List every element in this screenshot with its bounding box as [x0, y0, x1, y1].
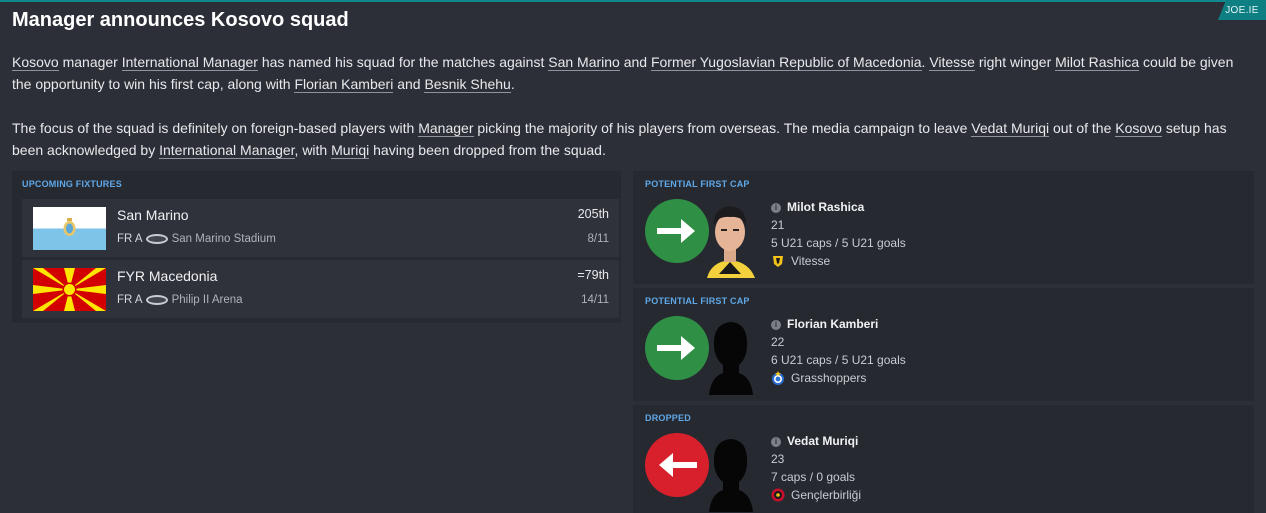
fixture-row[interactable]: San Marino FR A San Marino Stadium 205th …	[22, 199, 619, 257]
fixture-date: 14/11	[581, 294, 609, 306]
player-card-section-label: DROPPED	[645, 413, 691, 423]
fixture-stadium[interactable]: Philip II Arena	[172, 294, 243, 306]
fixture-opponent[interactable]: San Marino	[117, 207, 189, 223]
link-country[interactable]: Kosovo	[12, 54, 59, 71]
fixture-competition: FR	[117, 233, 133, 245]
player-info: i Vedat Muriqi 23 7 caps / 0 goals Gençle…	[771, 432, 861, 504]
grasshoppers-badge-icon	[771, 371, 785, 385]
player-name[interactable]: Vedat Muriqi	[787, 434, 858, 448]
link-manager[interactable]: International Manager	[121, 54, 258, 71]
link-player-kamberi[interactable]: Florian Kamberi	[294, 76, 394, 93]
player-caps: 6 U21 caps / 5 U21 goals	[771, 353, 906, 367]
player-caps: 7 caps / 0 goals	[771, 470, 856, 484]
fixture-venue-flag: A	[134, 233, 143, 245]
fixture-details: FR A Philip II Arena	[117, 294, 243, 306]
link-player-rashica[interactable]: Milot Rashica	[1055, 54, 1140, 71]
link-opponent-macedonia[interactable]: Former Yugoslavian Republic of Macedonia	[650, 54, 922, 71]
link-player-shehu[interactable]: Besnik Shehu	[424, 76, 511, 93]
fixture-competition: FR	[117, 294, 133, 306]
link-player-muriqi[interactable]: Vedat Muriqi	[971, 120, 1050, 137]
link-country[interactable]: Kosovo	[1115, 120, 1162, 137]
player-card: POTENTIAL FIRST CAP i Florian Kamberi 22 …	[633, 288, 1254, 401]
stadium-icon	[145, 233, 168, 244]
fixture-stadium[interactable]: San Marino Stadium	[172, 233, 276, 245]
top-accent-line	[0, 0, 1266, 2]
stadium-icon	[145, 294, 168, 305]
info-icon[interactable]: i	[771, 437, 781, 447]
story-text: manager	[58, 54, 122, 70]
story-text: right winger	[974, 54, 1056, 70]
fixtures-section-label: UPCOMING FIXTURES	[22, 179, 122, 189]
macedonia-flag-icon	[33, 268, 106, 311]
news-story: Kosovo manager International Manager has…	[12, 51, 1252, 183]
info-icon[interactable]: i	[771, 203, 781, 213]
player-age: 21	[771, 218, 785, 232]
player-club[interactable]: Gençlerbirliği	[791, 488, 861, 502]
player-club[interactable]: Vitesse	[791, 254, 830, 268]
story-paragraph-1: Kosovo manager International Manager has…	[12, 51, 1252, 95]
link-manager-short[interactable]: Manager	[418, 120, 474, 137]
fixture-opponent-rank: 205th	[577, 207, 609, 221]
story-text: having been dropped from the squad.	[369, 142, 606, 158]
player-silhouette-icon[interactable]	[699, 313, 761, 395]
page-title: Manager announces Kosovo squad	[12, 9, 349, 31]
link-opponent-san-marino[interactable]: San Marino	[548, 54, 620, 71]
player-card: POTENTIAL FIRST CAP i Milot Rashica 21 5 …	[633, 171, 1254, 284]
player-caps: 5 U21 caps / 5 U21 goals	[771, 236, 906, 250]
player-silhouette-icon[interactable]	[699, 430, 761, 512]
player-name[interactable]: Milot Rashica	[787, 200, 864, 214]
player-card: DROPPED i Vedat Muriqi 23 7 caps / 0 goal…	[633, 405, 1254, 513]
link-player-muriqi-surname[interactable]: Muriqi	[331, 142, 370, 159]
fixture-opponent[interactable]: FYR Macedonia	[117, 268, 217, 284]
player-age: 23	[771, 452, 785, 466]
story-text: out of the	[1049, 120, 1116, 136]
story-text: The focus of the squad is definitely on …	[12, 120, 419, 136]
fixture-row[interactable]: FYR Macedonia FR A Philip II Arena =79th …	[22, 260, 619, 318]
fixture-venue-flag: A	[134, 294, 143, 306]
story-text: .	[510, 76, 515, 92]
info-icon[interactable]: i	[771, 320, 781, 330]
genclerbirligi-badge-icon	[771, 488, 785, 502]
player-club[interactable]: Grasshoppers	[791, 371, 866, 385]
player-card-section-label: POTENTIAL FIRST CAP	[645, 179, 750, 189]
fixture-opponent-rank: =79th	[577, 268, 609, 282]
story-paragraph-2: The focus of the squad is definitely on …	[12, 117, 1252, 161]
player-card-section-label: POTENTIAL FIRST CAP	[645, 296, 750, 306]
link-manager[interactable]: International Manager	[159, 142, 295, 159]
story-text: and	[393, 76, 425, 92]
player-name[interactable]: Florian Kamberi	[787, 317, 878, 331]
story-text: and	[619, 54, 651, 70]
player-age: 22	[771, 335, 785, 349]
upcoming-fixtures-panel: UPCOMING FIXTURES San Marino FR A San Mar…	[12, 171, 621, 323]
vitesse-badge-icon	[771, 254, 785, 268]
story-text: , with	[294, 142, 332, 158]
san-marino-flag-icon	[33, 207, 106, 250]
fixture-details: FR A San Marino Stadium	[117, 233, 276, 245]
player-photo[interactable]	[699, 196, 761, 278]
player-info: i Milot Rashica 21 5 U21 caps / 5 U21 goa…	[771, 198, 906, 270]
story-text: has named his squad for the matches agai…	[257, 54, 549, 70]
brand-tag: JOE.IE	[1218, 0, 1266, 20]
story-text: picking the majority of his players from…	[473, 120, 972, 136]
player-info: i Florian Kamberi 22 6 U21 caps / 5 U21 g…	[771, 315, 906, 387]
fixture-date: 8/11	[587, 233, 609, 245]
link-club-vitesse[interactable]: Vitesse	[929, 54, 975, 71]
